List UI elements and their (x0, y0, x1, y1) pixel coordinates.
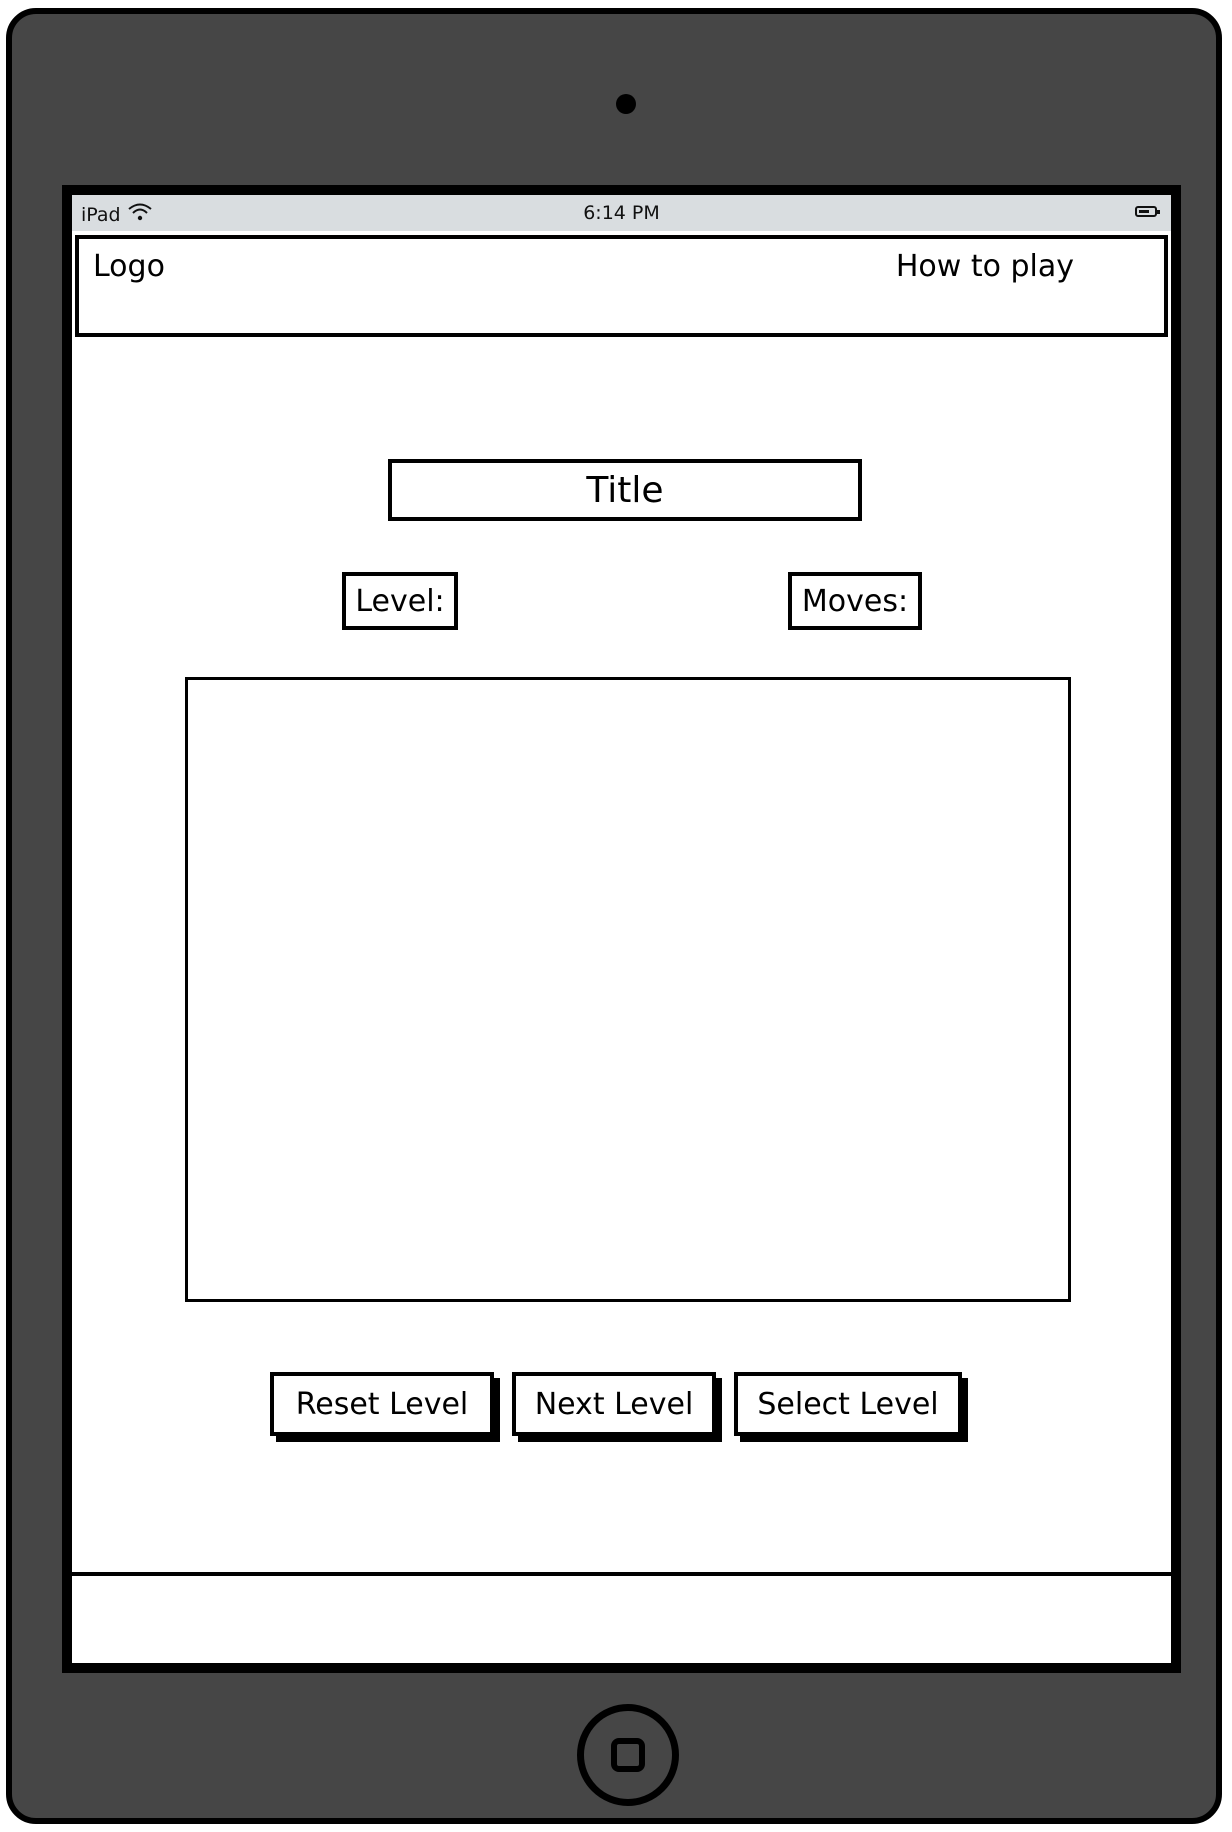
top-navbar: Logo How to play (75, 235, 1168, 337)
next-level-button[interactable]: Next Level (512, 1372, 716, 1436)
battery-icon (1135, 206, 1160, 217)
home-button[interactable] (577, 1704, 679, 1806)
select-level-button[interactable]: Select Level (734, 1372, 962, 1436)
ipad-screen: iPad 6:14 PM Logo How to play Title Leve… (62, 185, 1181, 1673)
moves-counter: Moves: (788, 572, 922, 630)
camera-dot (616, 94, 636, 114)
reset-level-button[interactable]: Reset Level (270, 1372, 494, 1436)
how-to-play-link[interactable]: How to play (896, 249, 1074, 284)
page-title: Title (388, 459, 862, 521)
ipad-device-frame: iPad 6:14 PM Logo How to play Title Leve… (6, 8, 1222, 1824)
footer-bar (72, 1572, 1171, 1663)
home-square-icon (611, 1738, 645, 1772)
level-indicator: Level: (342, 572, 458, 630)
logo[interactable]: Logo (93, 249, 165, 284)
game-board[interactable] (185, 677, 1071, 1302)
screen-content: iPad 6:14 PM Logo How to play Title Leve… (72, 195, 1171, 1663)
status-bar: iPad 6:14 PM (72, 195, 1171, 231)
status-time: 6:14 PM (583, 202, 660, 224)
